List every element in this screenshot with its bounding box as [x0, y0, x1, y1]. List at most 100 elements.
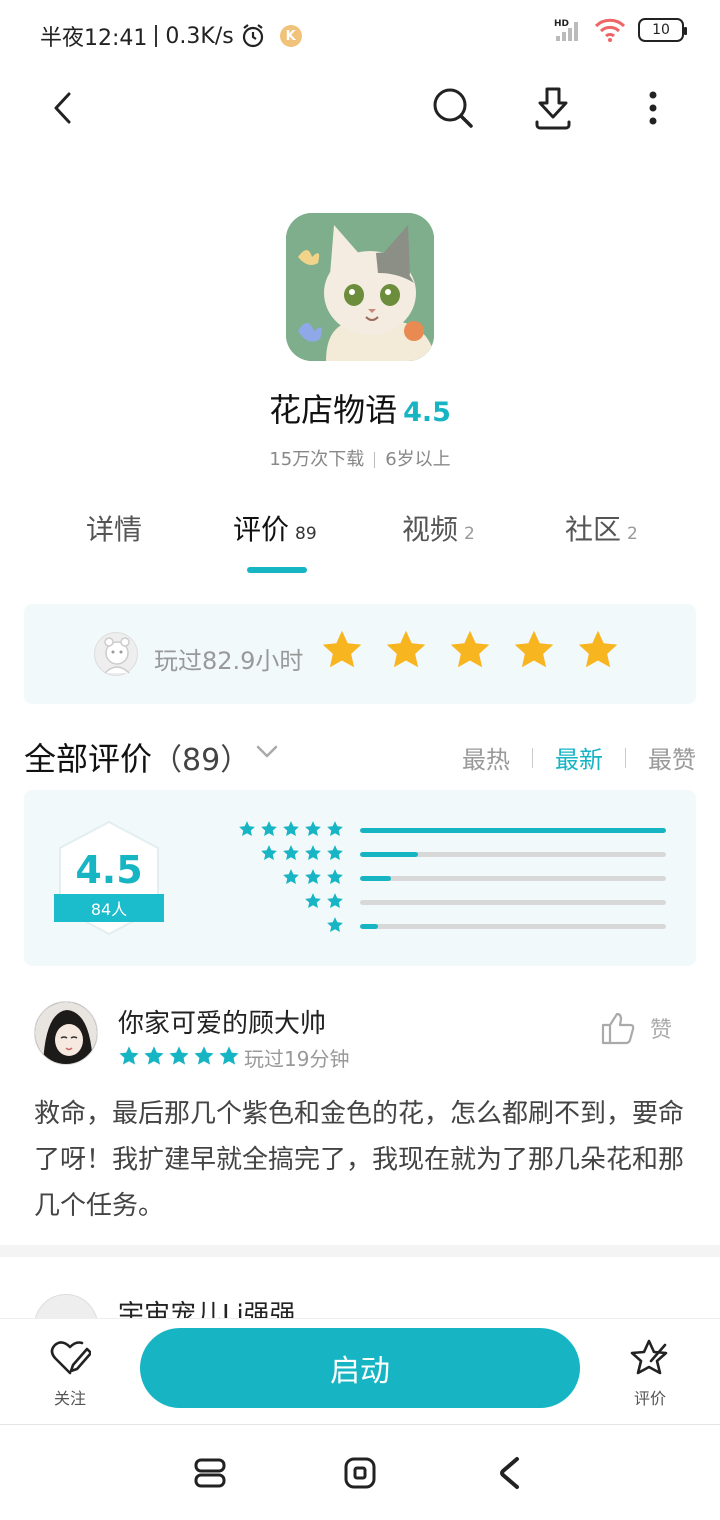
review-stars: [118, 1045, 240, 1067]
back-nav-button[interactable]: [490, 1453, 530, 1493]
star-icon: [261, 845, 277, 861]
tab-count: 89: [295, 524, 317, 544]
active-tab-indicator: [247, 567, 307, 573]
star-icon: [578, 630, 618, 668]
star-icon: [283, 821, 299, 837]
reviews-title-text: 全部评价: [24, 740, 153, 778]
tab-label: 评价: [233, 513, 290, 546]
star-icon: [327, 845, 343, 861]
distribution-row: [234, 868, 674, 888]
distribution-stars: [260, 844, 344, 862]
reviewer-name[interactable]: 你家可爱的顾大帅: [118, 1003, 326, 1040]
status-time: 半夜12:41: [40, 26, 148, 51]
rate-button[interactable]: 评价: [610, 1337, 690, 1409]
download-count: 15万次下载: [269, 449, 365, 470]
battery-indicator: 10: [638, 18, 687, 42]
distribution-bar-fill: [360, 924, 379, 929]
average-score: 4.5: [75, 848, 143, 892]
distribution-row: [234, 916, 674, 936]
review-played-time: 玩过19分钟: [244, 1047, 350, 1071]
more-vertical-icon: [649, 91, 657, 125]
star-icon: [386, 630, 426, 668]
sort-most-liked[interactable]: 最赞: [648, 740, 696, 775]
sort-hot[interactable]: 最热: [462, 740, 510, 775]
launch-button[interactable]: 启动: [140, 1328, 580, 1408]
star-icon: [305, 821, 321, 837]
tab-label: 详情: [86, 513, 143, 546]
reviewer-avatar[interactable]: [34, 1294, 98, 1320]
distribution-row: [234, 844, 674, 864]
reviews-count: （89）: [152, 743, 251, 778]
download-button[interactable]: [528, 83, 578, 133]
avatar: [94, 632, 138, 676]
distribution-bar: [360, 924, 666, 929]
divider: [0, 1245, 720, 1257]
signal-icon: HD: [554, 19, 578, 41]
recent-apps-button[interactable]: [190, 1453, 230, 1493]
review-card: 你家可爱的顾大帅 玩过19分钟 赞 救命，最后那几个紫色和金色的花，怎么都刷不到…: [0, 995, 720, 1243]
app-name: 花店物语: [269, 391, 398, 429]
review-card: 宇宙宠儿Li强强: [0, 1280, 720, 1320]
star-icon: [239, 821, 255, 837]
distribution-row: [234, 820, 674, 840]
my-rating-box[interactable]: 玩过82.9小时: [24, 604, 696, 704]
tab-reviews[interactable]: 评价 89: [233, 508, 317, 548]
star-icon: [305, 845, 321, 861]
tab-label: 视频: [402, 513, 459, 546]
star-icon: [322, 630, 362, 668]
distribution-stars: [282, 868, 344, 886]
tab-community[interactable]: 社区 2: [565, 508, 638, 548]
played-time: 玩过82.9小时: [154, 647, 304, 675]
thumbs-up-icon: [601, 1012, 635, 1045]
distribution-bar-fill: [360, 876, 391, 881]
download-icon: [535, 87, 571, 130]
svg-text:HD: HD: [554, 19, 569, 29]
tab-videos[interactable]: 视频 2: [402, 508, 475, 548]
like-button[interactable]: 赞: [600, 1011, 672, 1045]
follow-button[interactable]: 关注: [30, 1337, 110, 1409]
sort-newest[interactable]: 最新: [555, 740, 603, 775]
k-badge: K: [279, 25, 302, 47]
home-button[interactable]: [340, 1453, 380, 1493]
status-net-speed: 0.3K/s: [165, 23, 234, 49]
app-meta: 15万次下载 6岁以上: [0, 445, 720, 471]
rating-stars[interactable]: [320, 628, 620, 672]
tab-bar: 详情 评价 89 视频 2 社区 2: [0, 508, 720, 578]
tab-label: 社区: [565, 513, 622, 546]
star-icon: [283, 845, 299, 861]
like-label: 赞: [650, 1018, 673, 1043]
star-icon: [169, 1046, 189, 1065]
cat-illustration: [286, 213, 434, 361]
reviewer-avatar[interactable]: [34, 1001, 98, 1065]
follow-label: 关注: [53, 1389, 86, 1408]
rate-label: 评价: [633, 1389, 666, 1408]
distribution-row: [234, 892, 674, 912]
more-button[interactable]: [628, 83, 678, 133]
distribution-bar-fill: [360, 828, 666, 833]
review-text[interactable]: 救命，最后那几个紫色和金色的花，怎么都刷不到，要命了呀！我扩建早就全搞完了，我现…: [34, 1091, 694, 1229]
star-icon: [514, 630, 554, 668]
system-nav-bar: [0, 1424, 720, 1520]
star-icon: [450, 630, 490, 668]
star-icon: [219, 1046, 239, 1065]
tab-details[interactable]: 详情: [86, 508, 142, 548]
star-icon: [144, 1046, 164, 1065]
reviewer-name[interactable]: 宇宙宠儿Li强强: [118, 1294, 296, 1320]
app-icon: [286, 213, 434, 361]
rater-count: 84人: [54, 894, 164, 922]
app-rating: 4.5: [403, 397, 451, 428]
search-button[interactable]: [428, 83, 478, 133]
filter-dropdown[interactable]: [256, 744, 278, 763]
star-icon: [327, 917, 343, 933]
star-icon: [327, 869, 343, 885]
star-icon: [327, 821, 343, 837]
distribution-stars: [304, 892, 344, 910]
back-chevron-icon: [500, 1457, 519, 1489]
star-pen-icon: [630, 1339, 668, 1375]
top-bar: [0, 75, 720, 145]
distribution-bar: [360, 876, 666, 881]
back-button[interactable]: [38, 83, 88, 133]
chevron-down-icon: [256, 745, 278, 758]
star-icon: [283, 869, 299, 885]
tab-count: 2: [627, 524, 638, 544]
